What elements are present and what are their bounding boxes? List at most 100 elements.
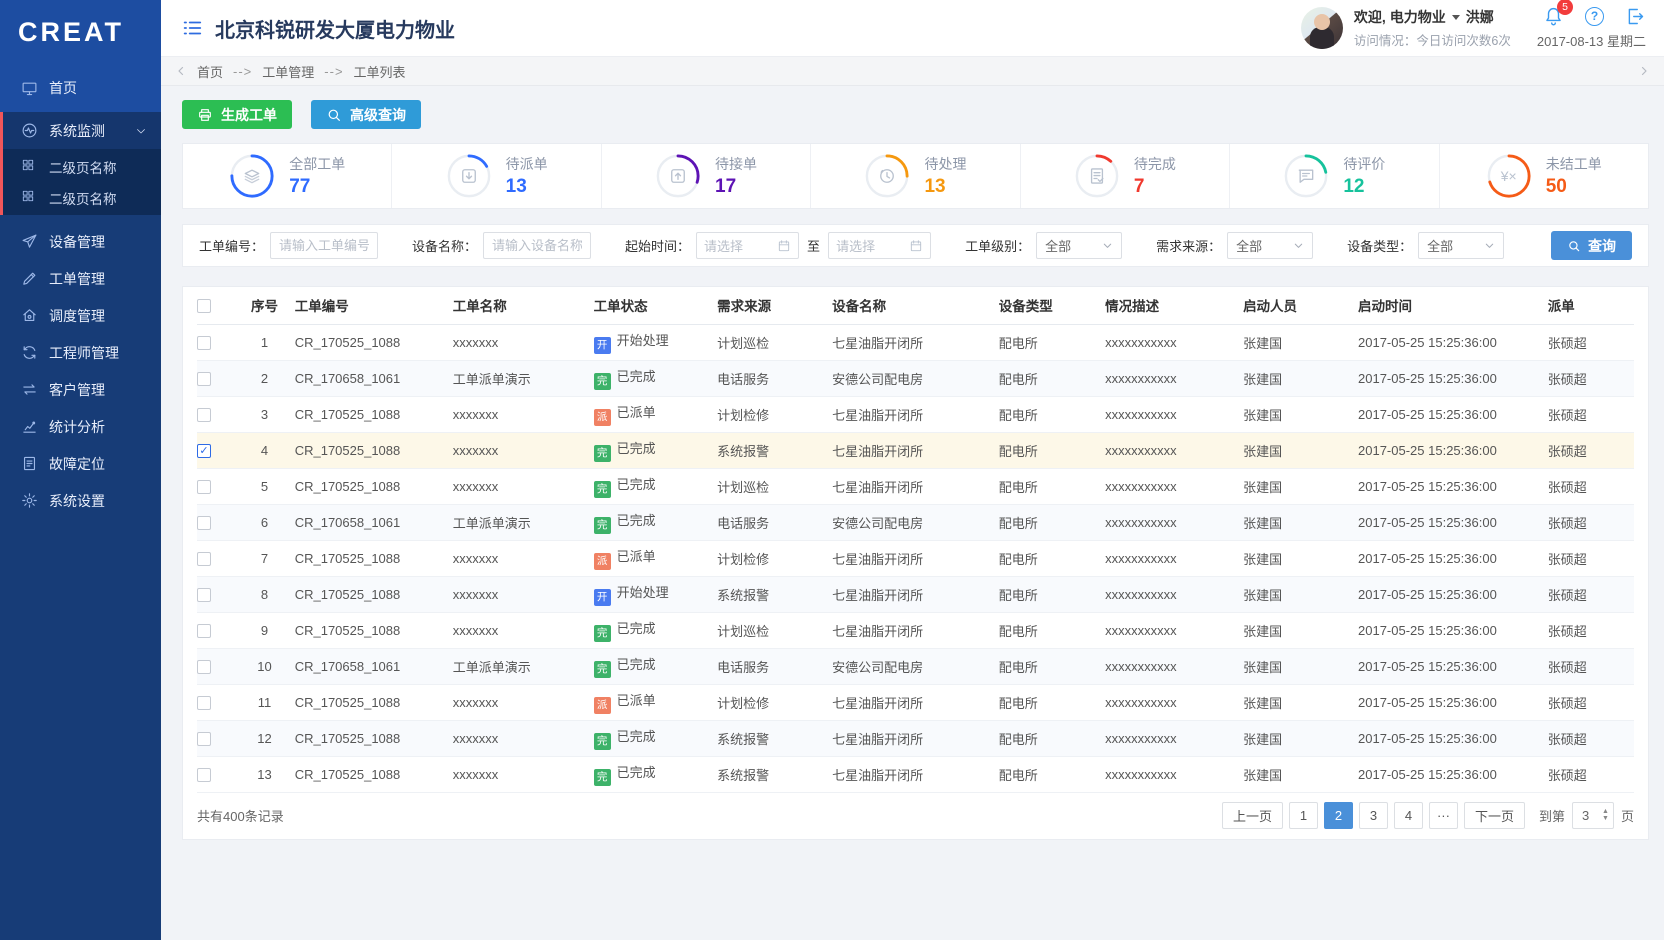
sidebar-item-system-settings[interactable]: 系统设置 [0,482,161,519]
sidebar-item-stats-analysis[interactable]: 统计分析 [0,408,161,445]
stat-card-all-orders[interactable]: 全部工单77 [183,144,392,208]
notification-bell-icon[interactable]: 5 [1543,6,1564,27]
sidebar-item-workorder-mgmt[interactable]: 工单管理 [0,260,161,297]
row-checkbox[interactable] [197,336,211,350]
table-row[interactable]: 10CR_170658_1061工单派单演示完已完成电话服务安德公司配电房配电所… [197,648,1634,684]
spinner-arrows-icon[interactable]: ▲▼ [1602,809,1609,822]
breadcrumb-item-workorder-list[interactable]: 工单列表 [354,62,406,81]
doc-check-icon [1087,166,1107,186]
device-type-label: 设备类型： [1347,236,1412,255]
table-row[interactable]: 12CR_170525_1088xxxxxxx完已完成系统报警七星油脂开闭所配电… [197,720,1634,756]
cell-desc: xxxxxxxxxxx [1105,540,1243,576]
row-checkbox[interactable] [197,408,211,422]
status-badge: 派 [594,409,611,426]
help-icon[interactable]: ? [1585,7,1604,26]
row-checkbox[interactable] [197,732,211,746]
page-button-2[interactable]: 2 [1324,802,1353,829]
table-row[interactable]: 13CR_170525_1088xxxxxxx完已完成系统报警七星油脂开闭所配电… [197,756,1634,792]
sidebar-item-subpage-1[interactable]: 二级页名称 [3,151,161,182]
status-badge: 完 [594,769,611,786]
user-avatar[interactable] [1301,7,1343,49]
sidebar-item-device-mgmt[interactable]: 设备管理 [0,223,161,260]
order-level-select[interactable]: 全部 [1036,232,1122,259]
row-checkbox[interactable] [197,552,211,566]
row-checkbox[interactable] [197,516,211,530]
cell-name: xxxxxxx [453,612,594,648]
stat-card-unsettled[interactable]: ¥×未结工单50 [1440,144,1648,208]
sidebar-item-home[interactable]: 首页 [0,68,161,108]
row-checkbox[interactable] [197,624,211,638]
row-checkbox[interactable] [197,588,211,602]
cell-desc: xxxxxxxxxxx [1105,576,1243,612]
cell-type: 配电所 [999,720,1105,756]
sidebar-item-fault-locate[interactable]: 故障定位 [0,445,161,482]
logout-icon[interactable] [1625,6,1646,27]
page-ellipsis-button[interactable]: ··· [1429,802,1458,829]
next-page-button[interactable]: 下一页 [1464,802,1525,829]
start-date-picker[interactable]: 请选择 [696,232,799,259]
doc-icon [21,455,38,472]
demand-source-select[interactable]: 全部 [1227,232,1313,259]
breadcrumb-back-icon[interactable] [175,65,187,77]
table-row[interactable]: 7CR_170525_1088xxxxxxx派已派单计划检修七星油脂开闭所配电所… [197,540,1634,576]
end-date-picker[interactable]: 请选择 [828,232,931,259]
table-row[interactable]: 9CR_170525_1088xxxxxxx完已完成计划巡检七星油脂开闭所配电所… [197,612,1634,648]
cell-time: 2017-05-25 15:25:36:00 [1358,576,1548,612]
page-button-3[interactable]: 3 [1359,802,1388,829]
row-checkbox[interactable] [197,372,211,386]
table-row[interactable]: 8CR_170525_1088xxxxxxx开开始处理系统报警七星油脂开闭所配电… [197,576,1634,612]
user-dropdown-caret-icon[interactable] [1452,15,1460,20]
table-row[interactable]: 1CR_170525_1088xxxxxxx开开始处理计划巡检七星油脂开闭所配电… [197,324,1634,360]
breadcrumb-item-workorder-mgmt[interactable]: 工单管理 [262,62,314,81]
device-name-input[interactable] [483,232,591,259]
device-type-select[interactable]: 全部 [1418,232,1504,259]
cell-time: 2017-05-25 15:25:36:00 [1358,324,1548,360]
row-checkbox[interactable] [197,696,211,710]
order-no-input[interactable] [270,232,378,259]
table-row[interactable]: ✓4CR_170525_1088xxxxxxx完已完成系统报警七星油脂开闭所配电… [197,432,1634,468]
page-button-4[interactable]: 4 [1394,802,1423,829]
sidebar-item-system-monitor[interactable]: 系统监测 [3,112,161,149]
row-checkbox[interactable]: ✓ [197,444,211,458]
breadcrumb-item-home[interactable]: 首页 [197,62,223,81]
cell-device: 七星油脂开闭所 [832,432,999,468]
table-row[interactable]: 6CR_170658_1061工单派单演示完已完成电话服务安德公司配电房配电所x… [197,504,1634,540]
row-checkbox[interactable] [197,660,211,674]
table-row[interactable]: 3CR_170525_1088xxxxxxx派已派单计划检修七星油脂开闭所配电所… [197,396,1634,432]
select-all-checkbox[interactable] [197,299,211,313]
menu-toggle-icon[interactable] [181,17,203,39]
cell-device: 七星油脂开闭所 [832,684,999,720]
stat-card-to-finish[interactable]: 待完成7 [1021,144,1230,208]
generate-workorder-button[interactable]: 生成工单 [182,100,292,129]
row-checkbox[interactable] [197,768,211,782]
stat-card-to-review[interactable]: 待评价12 [1230,144,1439,208]
sidebar-item-subpage-2[interactable]: 二级页名称 [3,182,161,213]
cell-name: 工单派单演示 [453,504,594,540]
stat-card-to-process[interactable]: 待处理13 [811,144,1020,208]
sidebar-item-dispatch-mgmt[interactable]: 调度管理 [0,297,161,334]
page-button-1[interactable]: 1 [1289,802,1318,829]
stat-card-to-accept[interactable]: 待接单17 [602,144,811,208]
status-badge: 开 [594,337,611,354]
table-row[interactable]: 5CR_170525_1088xxxxxxx完已完成计划巡检七星油脂开闭所配电所… [197,468,1634,504]
search-button[interactable]: 查询 [1551,231,1632,260]
prev-page-button[interactable]: 上一页 [1222,802,1283,829]
cell-time: 2017-05-25 15:25:36:00 [1358,432,1548,468]
table-row[interactable]: 11CR_170525_1088xxxxxxx派已派单计划检修七星油脂开闭所配电… [197,684,1634,720]
row-checkbox[interactable] [197,480,211,494]
cell-order-no: CR_170525_1088 [295,612,453,648]
stat-label: 全部工单 [289,154,345,174]
table-row[interactable]: 2CR_170658_1061工单派单演示完已完成电话服务安德公司配电房配电所x… [197,360,1634,396]
advanced-search-button[interactable]: 高级查询 [311,100,421,129]
stat-value: 50 [1546,176,1602,198]
cell-dispatcher: 张硕超 [1548,468,1634,504]
calendar-icon [909,239,923,253]
goto-page-input[interactable]: 3▲▼ [1572,802,1614,829]
stat-card-to-dispatch[interactable]: 待派单13 [392,144,601,208]
sidebar-item-engineer-mgmt[interactable]: 工程师管理 [0,334,161,371]
cell-type: 配电所 [999,648,1105,684]
sidebar-item-customer-mgmt[interactable]: 客户管理 [0,371,161,408]
breadcrumb-forward-icon[interactable] [1638,65,1650,77]
status-badge: 完 [594,373,611,390]
cell-desc: xxxxxxxxxxx [1105,504,1243,540]
